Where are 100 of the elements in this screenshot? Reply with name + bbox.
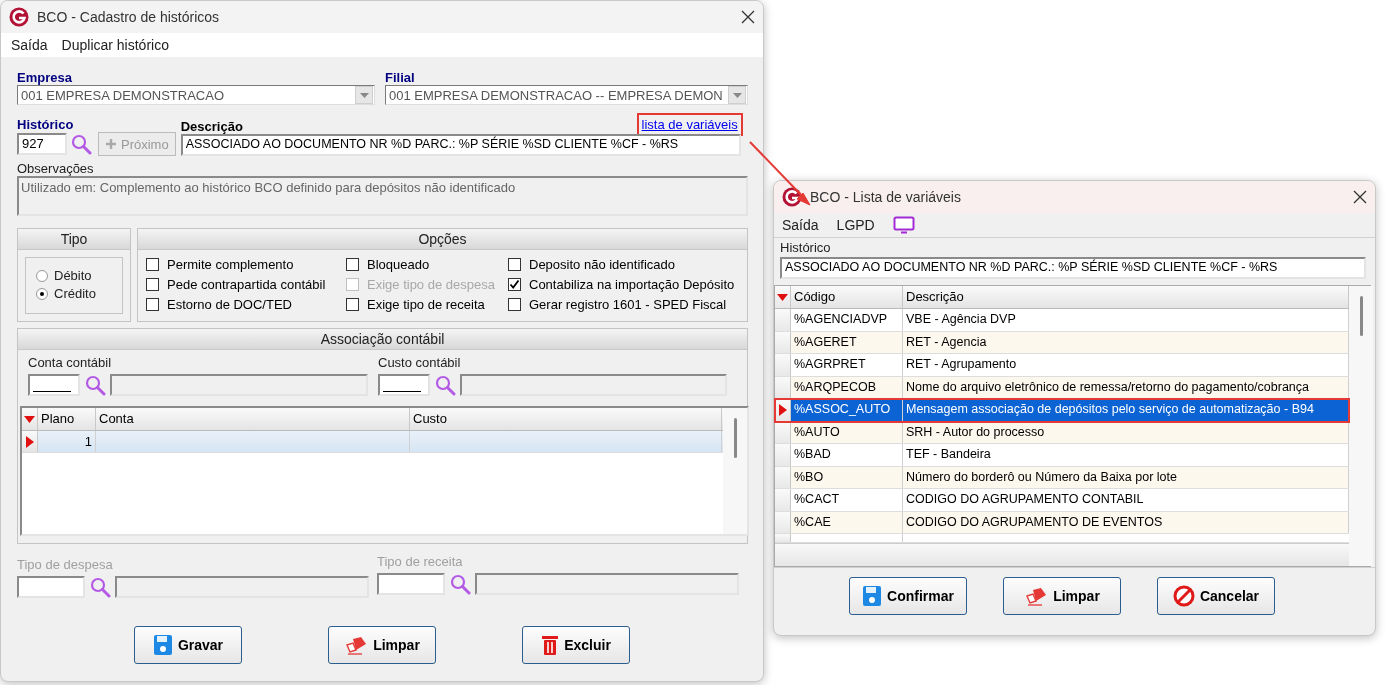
radio-button[interactable] — [36, 288, 48, 301]
table-row[interactable]: %CACT CODIGO DO AGRUPAMENTO CONTABIL — [775, 489, 1349, 512]
scrollbar[interactable] — [723, 408, 747, 534]
checkbox-label: Contabiliza na importação Depósito — [529, 276, 735, 292]
save-button[interactable]: Gravar — [134, 626, 242, 664]
checkbox[interactable] — [146, 297, 159, 311]
checkmark-icon — [509, 278, 520, 290]
field-label: Conta contábil — [28, 356, 113, 370]
notes-field[interactable]: Utilizado em: Complemento ao histórico BCO definido para depósitos não identificado — [17, 176, 748, 216]
sort-arrow-icon — [24, 415, 35, 423]
checkbox-label: Exige tipo de receita — [367, 296, 485, 312]
group-title: Opções — [138, 229, 747, 250]
trash-icon — [541, 634, 560, 656]
field-label: Observações — [17, 162, 95, 176]
menu-item[interactable]: Saída — [11, 37, 48, 53]
monitor-icon[interactable] — [892, 216, 915, 234]
app-logo-icon — [782, 187, 802, 207]
dropdown-field[interactable]: 001 EMPRESA DEMONSTRACAO — [17, 85, 375, 105]
radio-label: Crédito — [54, 287, 96, 302]
column-header[interactable]: Código — [791, 286, 903, 308]
eraser-icon — [1024, 586, 1049, 606]
checkbox[interactable] — [346, 297, 359, 311]
table-row[interactable]: %BO Número do borderô ou Número da Baixa por lote — [775, 466, 1349, 489]
checkbox-label: Gerar registro 1601 - SPED Fiscal — [529, 296, 727, 312]
cancel-icon — [1172, 585, 1195, 607]
checkbox[interactable] — [508, 257, 521, 271]
sort-arrow-icon — [777, 293, 788, 301]
table-cell: Mensagem associação de depósitos pelo serviço de automatização - B94 — [903, 399, 1349, 421]
checkbox-label: Bloqueado — [367, 256, 430, 272]
eraser-icon — [344, 635, 369, 655]
search-icon[interactable] — [89, 576, 111, 598]
description-field[interactable]: ASSOCIADO AO DOCUMENTO NR %D PARC.: %P SÉRIE %SD CLIENTE %CF - %RS — [180, 134, 741, 156]
field-label: Histórico — [780, 241, 832, 255]
close-icon[interactable] — [1353, 190, 1367, 204]
field-label: Histórico — [17, 118, 75, 132]
menu-item[interactable]: LGPD — [836, 217, 875, 233]
scrollbar[interactable] — [1349, 286, 1373, 566]
table-row[interactable]: %ASSOC_AUTO Mensagem associação de depósitos pelo serviço de automatização - B94 — [775, 399, 1349, 422]
table-cell: %ARQPECOB — [791, 376, 903, 398]
field-label: Custo contábil — [378, 356, 462, 370]
search-icon[interactable] — [434, 374, 456, 396]
description-field[interactable] — [115, 576, 369, 598]
table-row[interactable]: %AGRPRET RET - Agrupamento — [775, 354, 1349, 377]
column-header[interactable]: Plano — [38, 408, 96, 430]
plus-icon — [105, 138, 117, 150]
window-title: BCO - Lista de variáveis — [810, 189, 962, 205]
field-label: Filial — [385, 71, 416, 85]
cancel-button[interactable]: Cancelar — [1157, 577, 1275, 615]
table-row[interactable]: %AGENCIADVP VBE - Agência DVP — [775, 309, 1349, 332]
table-row[interactable]: %BAD TEF - Bandeira — [775, 444, 1349, 467]
code-field[interactable] — [17, 576, 85, 598]
variables-link[interactable]: lista de variáveis — [638, 115, 741, 134]
code-field[interactable]: 927 — [17, 133, 67, 155]
code-field[interactable] — [378, 374, 430, 396]
description-field[interactable] — [475, 573, 739, 595]
column-header[interactable]: Custo — [410, 408, 722, 430]
menu-item[interactable]: Saída — [782, 217, 819, 233]
checkbox[interactable] — [508, 297, 521, 311]
table-row[interactable]: %AUTO SRH - Autor do processo — [775, 421, 1349, 444]
clear-button[interactable]: Limpar — [328, 626, 436, 664]
window-title: BCO - Cadastro de históricos — [37, 9, 221, 25]
description-field[interactable] — [460, 374, 727, 396]
radio-label: Débito — [54, 269, 92, 284]
table-row[interactable]: %CAE CODIGO DO AGRUPAMENTO DE EVENTOS — [775, 511, 1349, 534]
radio-button[interactable] — [36, 270, 48, 283]
field-label: Tipo de receita — [377, 555, 464, 569]
confirm-button[interactable]: Confirmar — [849, 577, 967, 615]
close-icon[interactable] — [741, 10, 755, 24]
search-icon[interactable] — [84, 374, 106, 396]
search-icon[interactable] — [70, 133, 92, 155]
table-cell: %AGRPRET — [791, 354, 903, 376]
table-cell: %AUTO — [791, 421, 903, 443]
checkbox[interactable] — [346, 257, 359, 271]
dropdown-arrow-icon — [359, 92, 369, 98]
table-row[interactable]: 1 — [22, 431, 723, 453]
table-row[interactable]: %AGERET RET - Agencia — [775, 331, 1349, 354]
row-pointer-icon — [778, 403, 787, 416]
field-label: Tipo de despesa — [17, 558, 114, 572]
dropdown-field[interactable]: 001 EMPRESA DEMONSTRACAO -- EMPRESA DEMON — [385, 85, 748, 105]
checkbox[interactable] — [146, 257, 159, 271]
table-cell: %AGERET — [791, 331, 903, 353]
annotation-arrow — [749, 141, 811, 206]
delete-button[interactable]: Excluir — [522, 626, 630, 664]
checkbox-label: Permite complemento — [167, 256, 294, 272]
table-cell: %AGENCIADVP — [791, 309, 903, 331]
description-field[interactable] — [110, 374, 368, 396]
history-field[interactable]: ASSOCIADO AO DOCUMENTO NR %D PARC.: %P SÉRIE %SD CLIENTE %CF - %RS — [780, 257, 1366, 279]
table-cell: 1 — [38, 431, 96, 452]
app-logo-icon — [9, 7, 29, 27]
code-field[interactable] — [28, 374, 80, 396]
checkbox[interactable] — [508, 277, 521, 291]
clear-button[interactable]: Limpar — [1003, 577, 1121, 615]
code-field[interactable] — [377, 573, 445, 595]
table-cell: %ASSOC_AUTO — [791, 399, 903, 421]
checkbox-label: Exige tipo de despesa — [367, 276, 495, 292]
checkbox[interactable] — [146, 277, 159, 291]
field-label: Descrição — [180, 120, 243, 134]
column-header[interactable]: Conta — [96, 408, 410, 430]
search-icon[interactable] — [449, 573, 471, 595]
menu-item[interactable]: Duplicar histórico — [61, 37, 169, 53]
